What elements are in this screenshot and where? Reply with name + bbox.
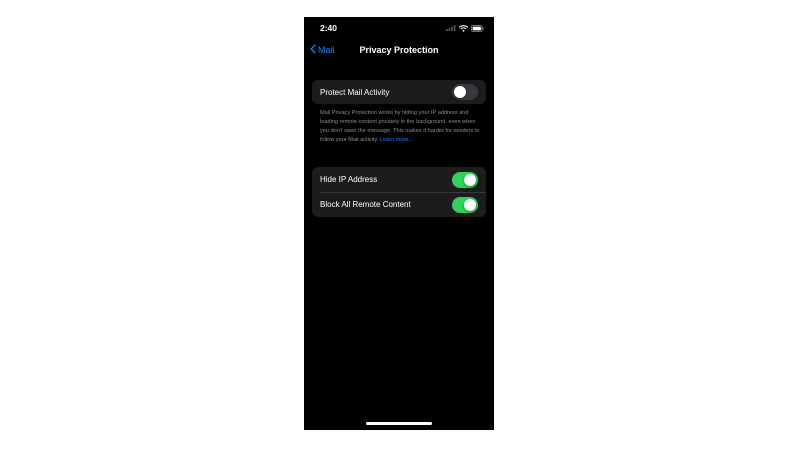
protect-mail-activity-group: Protect Mail Activity [312, 80, 486, 104]
protect-mail-activity-toggle[interactable] [452, 84, 478, 100]
page-title: Privacy Protection [359, 45, 439, 55]
privacy-footnote: Mail Privacy Protection works by hiding … [320, 109, 480, 145]
learn-more-link[interactable]: Learn more... [380, 137, 413, 143]
status-icons [446, 24, 484, 32]
wifi-icon [459, 24, 468, 32]
block-remote-content-cell: Block All Remote Content [312, 192, 486, 217]
hide-ip-address-label: Hide IP Address [320, 175, 378, 184]
hide-ip-address-toggle[interactable] [452, 171, 478, 188]
toggle-knob [454, 86, 466, 98]
block-remote-content-label: Block All Remote Content [320, 200, 411, 209]
status-time: 2:40 [320, 23, 338, 33]
block-remote-content-toggle[interactable] [452, 196, 478, 213]
phone-screen: 2:40 Mail Privacy Protection Protect Mai… [304, 17, 494, 430]
home-indicator[interactable] [366, 422, 432, 425]
battery-icon [471, 24, 484, 32]
protect-mail-activity-cell: Protect Mail Activity [312, 80, 486, 104]
cellular-signal-icon [446, 25, 456, 31]
navigation-bar: Mail Privacy Protection [304, 42, 494, 60]
status-bar: 2:40 [304, 17, 494, 39]
toggle-knob [464, 173, 476, 186]
hide-ip-address-cell: Hide IP Address [312, 167, 486, 192]
privacy-options-group: Hide IP Address Block All Remote Content [312, 167, 486, 217]
toggle-knob [464, 198, 476, 211]
protect-mail-activity-label: Protect Mail Activity [320, 87, 390, 97]
